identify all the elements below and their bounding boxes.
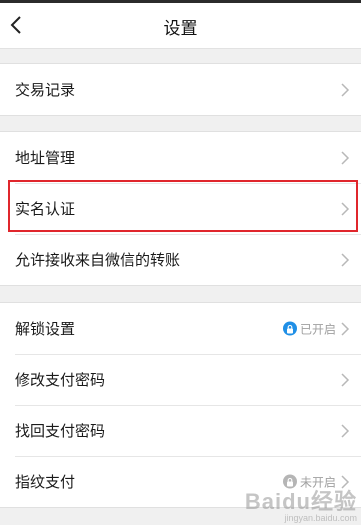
status-text: 未开启: [299, 475, 336, 489]
watermark-logo: Baidu经验: [244, 489, 357, 514]
menu-item-label: 地址管理: [15, 149, 76, 167]
status-text: 已开启: [299, 322, 336, 336]
chevron-right-icon: [341, 252, 350, 267]
menu-item-change-pay-password[interactable]: 修改支付密码: [0, 354, 361, 405]
status-badge: 未开启: [282, 473, 336, 490]
status-badge: 已开启: [282, 320, 336, 337]
menu-item-address-management[interactable]: 地址管理: [0, 132, 361, 183]
settings-group-records: 交易记录: [0, 63, 361, 116]
lock-icon: [282, 321, 297, 336]
menu-item-label: 修改支付密码: [15, 371, 106, 389]
menu-item-transaction-records[interactable]: 交易记录: [0, 64, 361, 115]
chevron-right-icon: [341, 150, 350, 165]
chevron-right-icon: [341, 82, 350, 97]
menu-item-label: 找回支付密码: [15, 422, 106, 440]
chevron-right-icon: [341, 423, 350, 438]
menu-item-label: 允许接收来自微信的转账: [15, 251, 181, 269]
chevron-right-icon: [341, 201, 350, 216]
chevron-right-icon: [341, 321, 350, 336]
watermark-url: jingyan.baidu.com: [284, 513, 357, 523]
menu-item-recover-pay-password[interactable]: 找回支付密码: [0, 405, 361, 456]
menu-item-label: 实名认证: [15, 200, 76, 218]
menu-item-unlock-settings[interactable]: 解锁设置 已开启: [0, 303, 361, 354]
settings-group-security: 解锁设置 已开启 修改支付密码 找回支付密码 指纹支付 未开启: [0, 302, 361, 508]
lock-icon: [282, 474, 297, 489]
menu-item-label: 解锁设置: [15, 320, 76, 338]
chevron-right-icon: [341, 474, 350, 489]
menu-item-real-name-auth[interactable]: 实名认证: [0, 183, 361, 234]
chevron-right-icon: [341, 372, 350, 387]
menu-item-label: 交易记录: [15, 81, 76, 99]
page-title: 设置: [163, 19, 198, 39]
settings-group-account: 地址管理 实名认证 允许接收来自微信的转账: [0, 131, 361, 286]
menu-item-label: 指纹支付: [15, 473, 76, 491]
menu-item-wechat-transfer[interactable]: 允许接收来自微信的转账: [0, 234, 361, 285]
top-bar: 设置: [0, 0, 361, 49]
watermark: Baidu经验 jingyan.baidu.com: [244, 489, 357, 524]
